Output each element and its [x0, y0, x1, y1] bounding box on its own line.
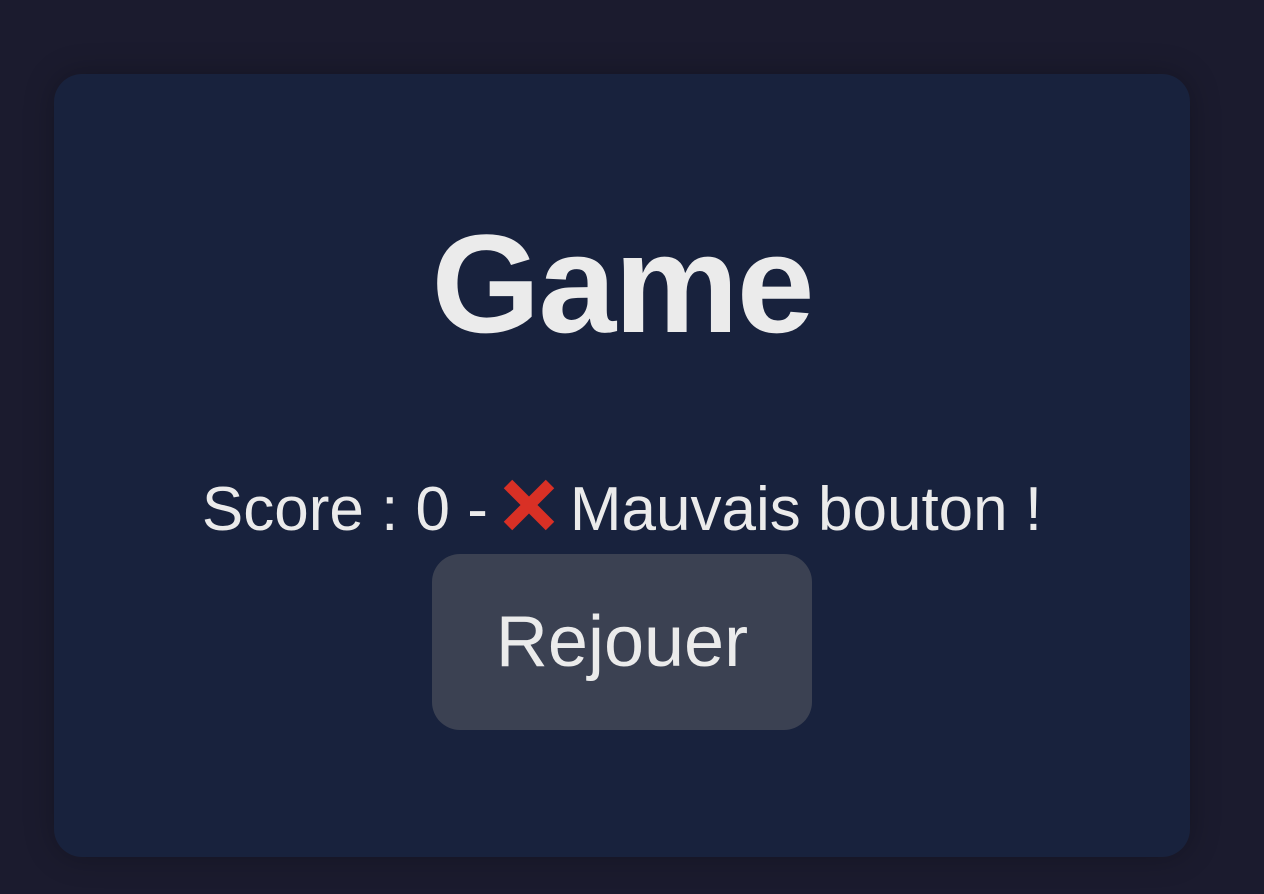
score-status: Score : 0 - Mauvais bouton !	[54, 474, 1190, 542]
replay-button[interactable]: Rejouer	[432, 554, 812, 730]
game-title: Game	[431, 205, 814, 362]
error-message: Mauvais bouton !	[569, 475, 1043, 544]
cross-mark-icon	[498, 474, 560, 536]
score-text: Score : 0 -	[201, 475, 488, 544]
game-card: Game Score : 0 - Mauvais bouton ! Rejouer	[54, 74, 1190, 857]
